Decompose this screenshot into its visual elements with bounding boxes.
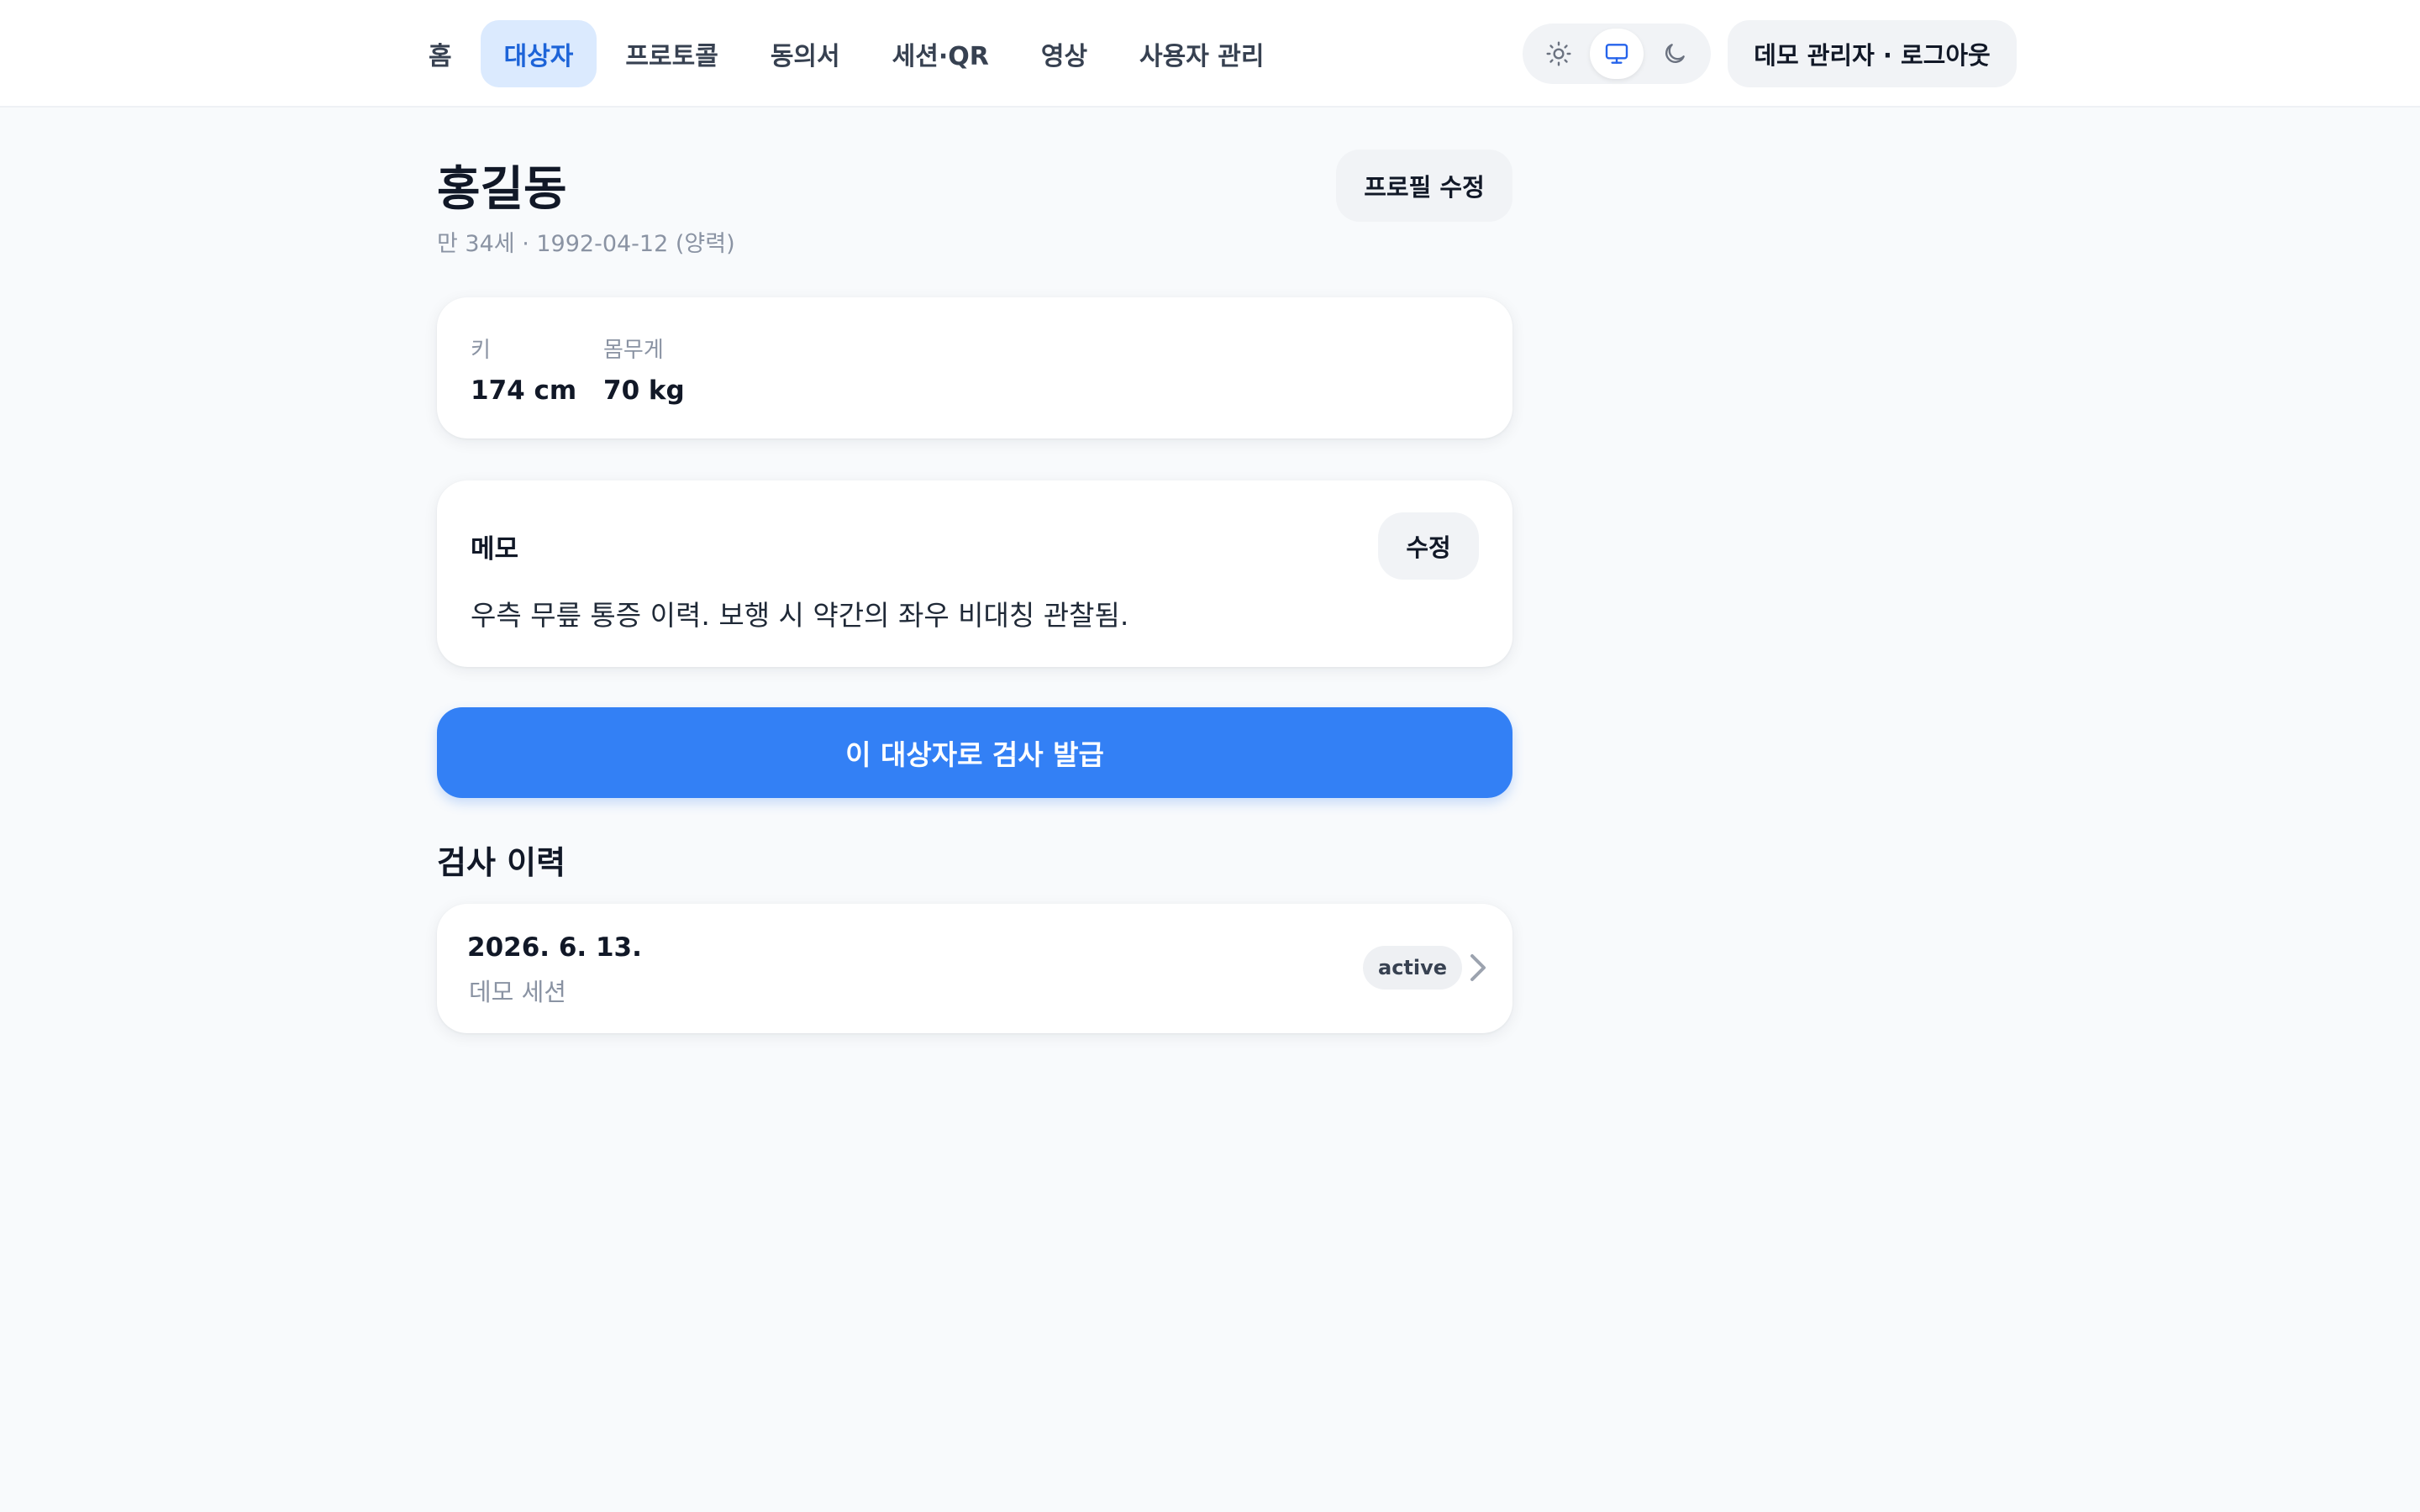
chevron-right-icon xyxy=(1470,954,1486,981)
edit-memo-button[interactable]: 수정 xyxy=(1378,512,1479,580)
memo-card: 메모 수정 우측 무릎 통증 이력. 보행 시 약간의 좌우 비대칭 관찰됨. xyxy=(437,480,1512,667)
weight-metric: 몸무게 70 kg xyxy=(603,333,685,406)
history-section-title: 검사 이력 xyxy=(437,844,566,881)
logout-button[interactable]: 데모 관리자 · 로그아웃 xyxy=(1728,20,2017,87)
page-title: 홍길동 xyxy=(437,162,567,217)
weight-value: 70 kg xyxy=(603,375,685,406)
dark-theme-button[interactable] xyxy=(1648,29,1702,79)
sun-icon xyxy=(1546,41,1571,66)
history-description: 데모 세션 xyxy=(469,978,566,1006)
weight-label: 몸무게 xyxy=(603,338,664,363)
theme-switcher xyxy=(1523,24,1711,84)
issue-test-button[interactable]: 이 대상자로 검사 발급 xyxy=(437,707,1512,798)
history-date: 2026. 6. 13. xyxy=(467,932,642,963)
body-metrics-card: 키 174 cm 몸무게 70 kg xyxy=(437,297,1512,438)
edit-profile-button[interactable]: 프로필 수정 xyxy=(1336,150,1512,222)
height-label: 키 xyxy=(471,338,491,363)
monitor-icon xyxy=(1605,44,1628,64)
height-metric: 키 174 cm xyxy=(471,333,576,406)
moon-icon xyxy=(1665,44,1686,63)
status-badge: active xyxy=(1363,946,1463,990)
light-theme-button[interactable] xyxy=(1532,29,1586,79)
memo-text: 우측 무릎 통증 이력. 보행 시 약간의 좌우 비대칭 관찰됨. xyxy=(471,599,1129,632)
history-list-item[interactable]: 2026. 6. 13. 데모 세션 active xyxy=(437,904,1512,1033)
subject-info: 만 34세 · 1992-04-12 (양력) xyxy=(437,231,735,257)
memo-title: 메모 xyxy=(471,534,519,564)
height-value: 174 cm xyxy=(471,375,577,406)
subject-detail-page: 홍길동 만 34세 · 1992-04-12 (양력) 프로필 수정 키 174… xyxy=(437,0,1512,1512)
system-theme-button[interactable] xyxy=(1589,29,1644,79)
